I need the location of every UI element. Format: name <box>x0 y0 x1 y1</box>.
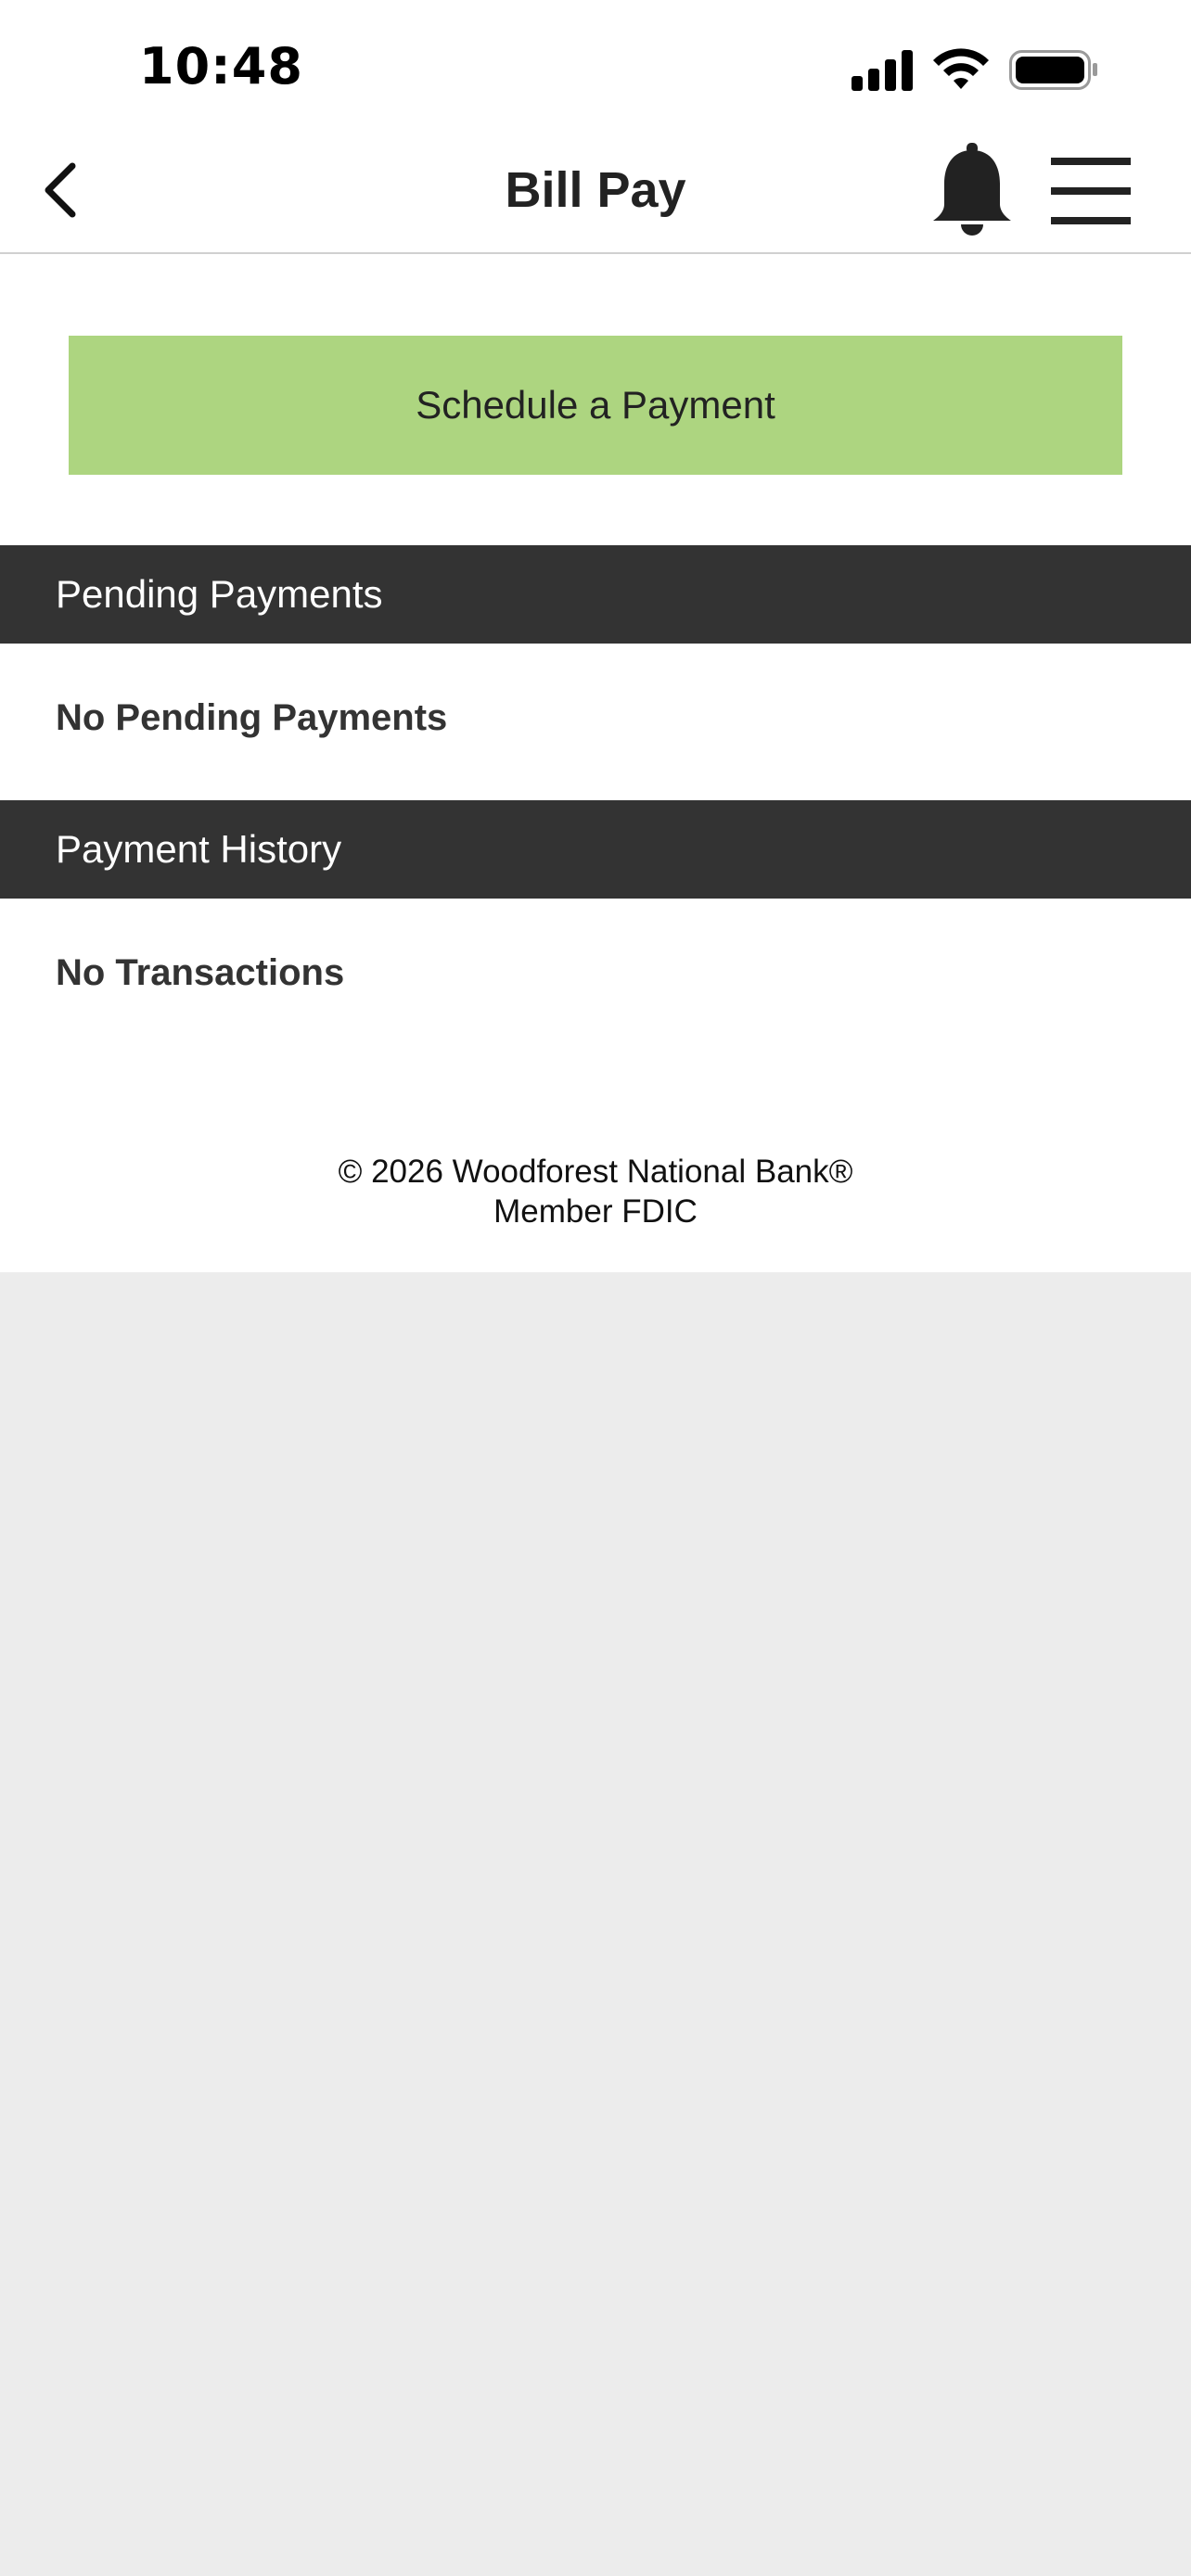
bell-icon <box>933 143 1011 236</box>
footer-member-fdic: Member FDIC <box>493 1193 698 1230</box>
footer-copyright: © 2026 Woodforest National Bank® <box>338 1154 853 1190</box>
nav-bar: Bill Pay <box>0 130 1191 254</box>
status-bar: 10:48 <box>0 0 1191 130</box>
notifications-button[interactable] <box>924 143 1020 239</box>
pending-payments-empty: No Pending Payments <box>56 697 448 738</box>
signal-icon <box>852 50 913 91</box>
pending-payments-header: Pending Payments <box>0 545 1191 644</box>
bill-pay-content: Schedule a Payment Pending Payments No P… <box>0 254 1191 1272</box>
hamburger-menu-icon <box>1051 158 1131 224</box>
status-icons <box>852 45 1102 96</box>
menu-button[interactable] <box>1046 150 1135 232</box>
schedule-payment-button[interactable]: Schedule a Payment <box>69 336 1122 475</box>
battery-icon <box>1009 50 1097 90</box>
status-time: 10:48 <box>139 37 303 96</box>
payment-history-empty: No Transactions <box>56 952 345 993</box>
footer: © 2026 Woodforest National Bank® Member … <box>0 1152 1191 1231</box>
payment-history-header: Payment History <box>0 800 1191 899</box>
wifi-icon <box>933 48 989 89</box>
